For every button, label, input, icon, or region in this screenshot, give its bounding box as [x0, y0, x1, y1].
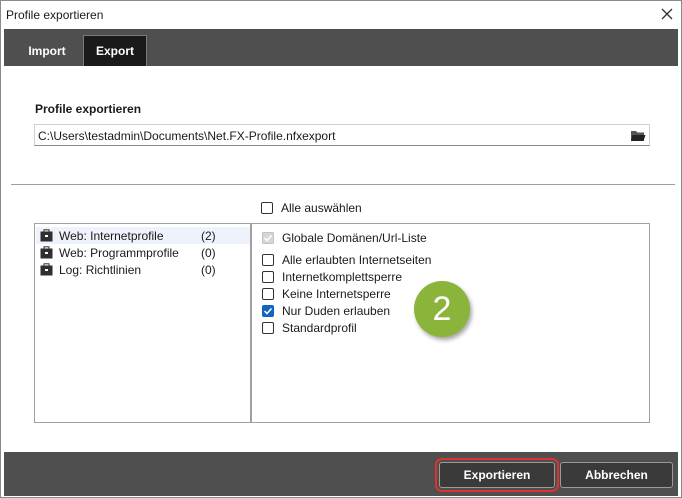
briefcase-icon: [40, 263, 53, 276]
tab-import[interactable]: Import: [15, 35, 79, 66]
category-count: (0): [201, 263, 216, 277]
category-item[interactable]: Log: Richtlinien (0): [36, 261, 250, 278]
profile-label: Internetkomplettsperre: [282, 270, 403, 284]
profile-item[interactable]: Keine Internetsperre: [262, 287, 391, 301]
close-icon[interactable]: [655, 3, 679, 25]
tab-export[interactable]: Export: [83, 35, 147, 66]
category-item[interactable]: Web: Internetprofile (2): [36, 227, 250, 244]
profile-item[interactable]: Alle erlaubten Internetseiten: [262, 253, 431, 267]
button-bar: Exportieren Abbrechen: [4, 452, 678, 496]
profile-item[interactable]: Nur Duden erlauben: [262, 304, 390, 318]
folder-open-icon[interactable]: [627, 125, 649, 145]
profile-checkbox[interactable]: [262, 305, 274, 317]
select-all-checkbox[interactable]: Alle auswählen: [261, 201, 362, 215]
profile-label: Standardprofil: [282, 321, 357, 335]
cancel-button[interactable]: Abbrechen: [560, 462, 673, 488]
profile-item[interactable]: Globale Domänen/Url-Liste: [262, 231, 427, 245]
profile-checkbox[interactable]: [262, 254, 274, 266]
category-item[interactable]: Web: Programmprofile (0): [36, 244, 250, 261]
category-list: Web: Internetprofile (2) Web: Programmpr…: [34, 223, 251, 423]
step-number-badge: 2: [414, 281, 470, 337]
export-dialog: Profile exportieren Import Export Profil…: [0, 0, 682, 498]
profile-label: Alle erlaubten Internetseiten: [282, 253, 432, 267]
category-count: (2): [201, 229, 216, 243]
tab-bar: Import Export: [4, 29, 678, 66]
briefcase-icon: [40, 229, 53, 242]
category-name: Log: Richtlinien: [59, 263, 142, 277]
briefcase-icon: [40, 246, 53, 259]
profile-label: Globale Domänen/Url-Liste: [282, 231, 427, 245]
export-path-input[interactable]: [38, 128, 618, 143]
profile-checkbox[interactable]: [262, 288, 274, 300]
title-bar: Profile exportieren: [1, 1, 681, 29]
export-section-label: Profile exportieren: [35, 102, 142, 116]
category-name: Web: Programmprofile: [59, 246, 179, 260]
export-button[interactable]: Exportieren: [435, 458, 559, 492]
section-divider: [11, 184, 675, 185]
export-path-field[interactable]: [34, 124, 650, 146]
profile-checkbox[interactable]: [262, 322, 274, 334]
profile-label: Keine Internetsperre: [282, 287, 391, 301]
profile-label: Nur Duden erlauben: [282, 304, 391, 318]
profile-item[interactable]: Internetkomplettsperre: [262, 270, 402, 284]
category-name: Web: Internetprofile: [59, 229, 164, 243]
profile-checkbox[interactable]: [262, 232, 274, 244]
window-title: Profile exportieren: [6, 8, 104, 22]
select-all-label: Alle auswählen: [281, 201, 362, 215]
select-all-box[interactable]: [261, 202, 273, 214]
profile-checkbox[interactable]: [262, 271, 274, 283]
profile-item[interactable]: Standardprofil: [262, 321, 357, 335]
category-count: (0): [201, 246, 216, 260]
